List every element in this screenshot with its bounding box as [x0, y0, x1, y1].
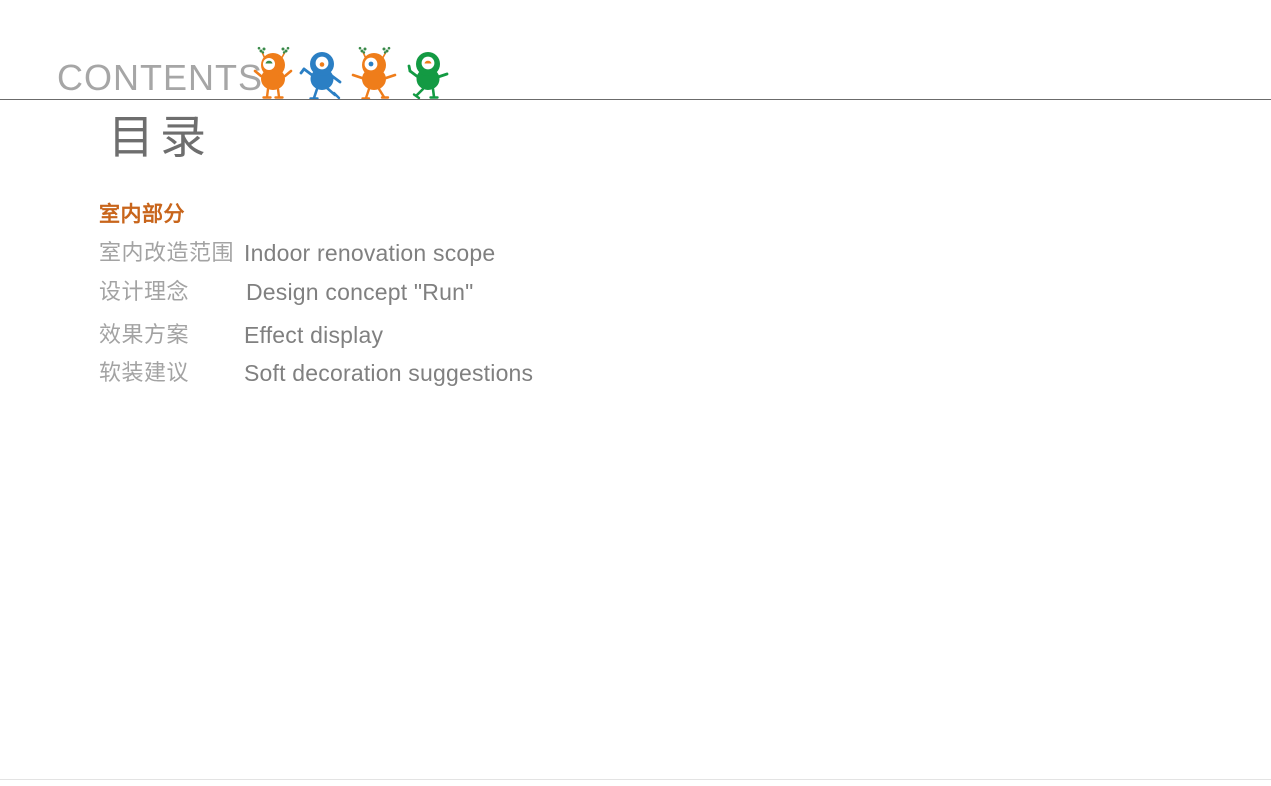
- slide-header: CONTENTS: [0, 0, 1271, 100]
- list-item[interactable]: 设计理念 Design concept "Run": [99, 277, 473, 311]
- mascot-orange-walking-icon: [351, 46, 397, 100]
- toc-item-label-cn: 设计理念: [99, 279, 190, 304]
- mascot-illustration-group: [252, 44, 460, 100]
- header-divider-rule: [0, 99, 1271, 100]
- toc-item-label-en: Effect display: [244, 322, 384, 348]
- page-title: 目录: [108, 111, 212, 163]
- mascot-orange-cheering-icon: [253, 46, 293, 99]
- list-item[interactable]: 室内改造范围 Indoor renovation scope: [99, 238, 495, 272]
- toc-item-label-cn: 软装建议: [99, 360, 190, 385]
- contents-label: CONTENTS: [57, 57, 263, 98]
- toc-item-label-cn: 效果方案: [99, 322, 190, 347]
- section-heading: 室内部分: [99, 203, 185, 226]
- toc-item-label-en: Soft decoration suggestions: [244, 360, 534, 386]
- mascot-green-waving-icon: [407, 52, 449, 100]
- footer-divider-rule: [0, 779, 1271, 780]
- mascot-blue-running-icon: [299, 52, 342, 100]
- list-item[interactable]: 效果方案 Effect display: [99, 320, 383, 354]
- list-item[interactable]: 软装建议 Soft decoration suggestions: [99, 358, 533, 392]
- toc-item-label-en: Indoor renovation scope: [244, 240, 496, 266]
- slide-canvas: CONTENTS 目录 室内部分 室内改造范围 Indoor renovatio…: [0, 0, 1271, 786]
- toc-item-label-en: Design concept "Run": [246, 279, 474, 305]
- toc-item-label-cn: 室内改造范围: [99, 240, 235, 265]
